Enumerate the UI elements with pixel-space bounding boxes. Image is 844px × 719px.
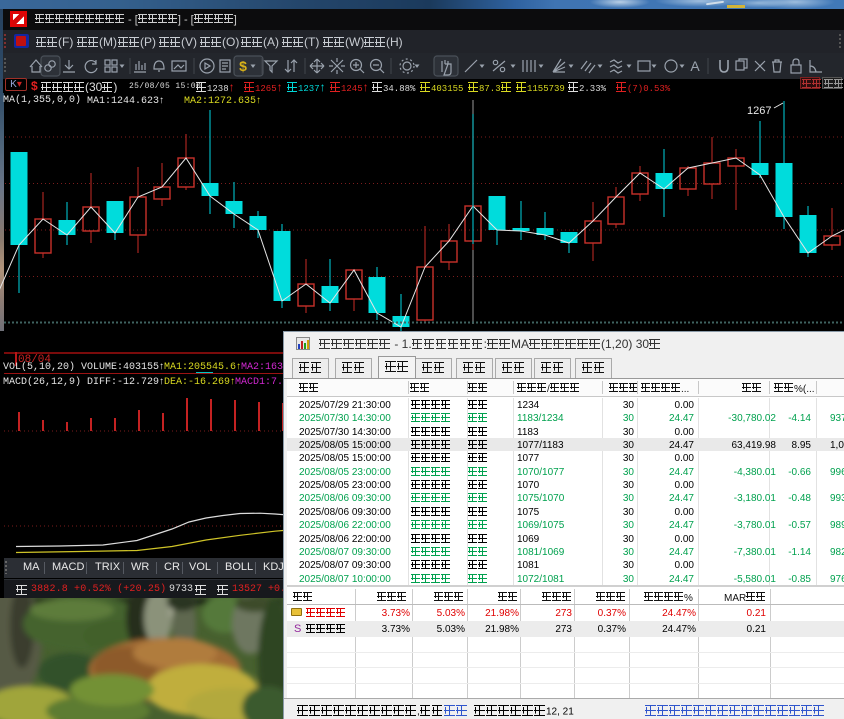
svg-text:A: A (690, 58, 700, 74)
svg-text:$: $ (239, 58, 247, 74)
svg-text:1267: 1267 (747, 105, 771, 117)
